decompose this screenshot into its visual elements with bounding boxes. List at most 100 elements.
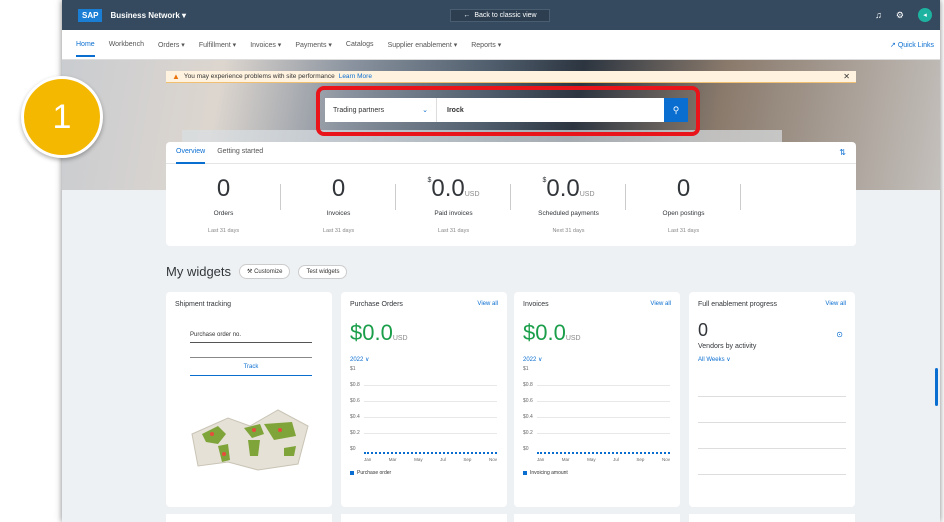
y-tick-label: $0.2: [523, 430, 533, 436]
y-tick-label: $0.4: [350, 414, 360, 420]
x-tick-label: Sep: [636, 457, 645, 462]
series-line: [537, 452, 670, 454]
amount-value: $0.0: [523, 320, 566, 345]
y-tick-label: $0.2: [350, 430, 360, 436]
metric-label: Invoices: [326, 210, 351, 217]
chart-legend: Purchase order: [341, 470, 507, 476]
nav-item-reports[interactable]: Reports ▾: [471, 41, 501, 49]
invoices-card: Invoices View all $0.0USD 2022 ∨ $1 $0.8…: [514, 292, 680, 507]
metric-value: 0: [676, 175, 691, 202]
overview-panel: Overview Getting started ⇅ 0 Orders Last…: [166, 142, 856, 246]
purchase-order-field[interactable]: Purchase order no.: [190, 332, 312, 343]
x-tick-label: Nov: [488, 457, 497, 462]
warning-icon: ▲: [172, 72, 180, 81]
series-line: [364, 452, 497, 454]
tab-overview[interactable]: Overview: [176, 148, 206, 164]
back-to-classic-label: Back to classic view: [474, 12, 537, 19]
nav-item-supplier-enablement[interactable]: Supplier enablement ▾: [388, 41, 458, 49]
gridline: [364, 433, 497, 434]
nav-item-fulfillment[interactable]: Fulfillment ▾: [199, 41, 236, 49]
customize-icon: ⚒: [247, 269, 253, 275]
metric-period: Last 31 days: [322, 228, 355, 234]
product-switcher[interactable]: Business Network ▾: [110, 11, 186, 20]
currency-unit: USD: [464, 191, 480, 198]
learn-more-link[interactable]: Learn More: [339, 73, 372, 80]
metric-open-postings[interactable]: 0 Open postings Last 31 days: [626, 174, 741, 234]
purchase-orders-card: Purchase Orders View all $0.0USD 2022 ∨ …: [341, 292, 507, 507]
legend-label: Invoicing amount: [530, 470, 568, 476]
back-to-classic-button[interactable]: ← Back to classic view: [450, 9, 550, 22]
app-window: SAP Business Network ▾ ← Back to classic…: [62, 0, 940, 522]
y-tick-label: $1: [350, 366, 356, 372]
track-button[interactable]: Track: [190, 364, 312, 376]
performance-warning-banner: ▲ You may experience problems with site …: [166, 71, 856, 83]
customize-label: Customize: [254, 269, 283, 275]
scrollbar[interactable]: [935, 368, 938, 406]
widget-card: [514, 514, 680, 522]
x-tick-label: May: [587, 457, 596, 462]
y-tick-label: $0.8: [350, 382, 360, 388]
customize-button[interactable]: ⚒ Customize: [239, 264, 291, 279]
gridline: [537, 417, 670, 418]
y-tick-label: $0.6: [350, 398, 360, 404]
divider: [698, 448, 846, 449]
metric-period: Last 31 days: [667, 228, 700, 234]
view-all-link[interactable]: View all: [477, 301, 498, 307]
nav-item-orders[interactable]: Orders ▾: [158, 41, 185, 49]
world-map-illustration: [191, 409, 309, 471]
x-tick-label: Mar: [388, 457, 397, 462]
gridline: [537, 385, 670, 386]
highlight-box: [316, 86, 700, 136]
year-select[interactable]: 2022 ∨: [341, 356, 507, 363]
nav-item-workbench[interactable]: Workbench: [109, 41, 144, 48]
metric-paid-invoices[interactable]: $0.0USD Paid invoices Last 31 days: [396, 174, 511, 234]
collapse-icon[interactable]: ⇅: [839, 148, 846, 157]
y-tick-label: $0: [523, 446, 529, 452]
legend-swatch: [523, 471, 527, 475]
currency-unit: USD: [579, 191, 595, 198]
nav-item-catalogs[interactable]: Catalogs: [346, 41, 374, 48]
x-tick-label: Sep: [463, 457, 472, 462]
amount-value: $0.0: [350, 320, 393, 345]
metric-orders[interactable]: 0 Orders Last 31 days: [166, 174, 281, 234]
y-tick-label: $0.4: [523, 414, 533, 420]
year-select[interactable]: 2022 ∨: [514, 356, 680, 363]
y-tick-label: $0.6: [523, 398, 533, 404]
warning-text: You may experience problems with site pe…: [183, 73, 335, 80]
metric-label: Orders: [213, 210, 234, 217]
chart-legend: Invoicing amount: [514, 470, 680, 476]
help-icon[interactable]: ⚙: [896, 10, 904, 21]
info-icon[interactable]: ⊙: [836, 330, 843, 339]
gridline: [364, 417, 497, 418]
legend-swatch: [350, 471, 354, 475]
metric-value: 0: [331, 175, 346, 202]
nav-item-home[interactable]: Home: [76, 41, 95, 57]
view-all-link[interactable]: View all: [825, 301, 846, 307]
avatar[interactable]: ◂: [918, 8, 932, 22]
gridline: [537, 401, 670, 402]
tab-getting-started[interactable]: Getting started: [217, 148, 263, 163]
divider: [698, 396, 846, 397]
test-widgets-button[interactable]: Test widgets: [298, 264, 348, 279]
nav-item-payments[interactable]: Payments ▾: [295, 41, 332, 49]
top-navigation: Home Workbench Orders ▾ Fulfillment ▾ In…: [62, 30, 940, 60]
metric-scheduled-payments[interactable]: $0.0USD Scheduled payments Next 31 days: [511, 174, 626, 234]
close-icon[interactable]: ✕: [843, 72, 850, 81]
bell-icon[interactable]: ♫: [875, 10, 882, 20]
widget-card: [341, 514, 507, 522]
shipment-tracking-card: Shipment tracking Purchase order no. Tra…: [166, 292, 332, 507]
week-filter-select[interactable]: All Weeks ∨: [689, 356, 855, 363]
metric-value: 0: [216, 175, 231, 202]
sap-logo[interactable]: SAP: [78, 8, 103, 22]
gridline: [364, 385, 497, 386]
x-tick-label: Mar: [561, 457, 570, 462]
metric-invoices[interactable]: 0 Invoices Last 31 days: [281, 174, 396, 234]
metric-label: Scheduled payments: [538, 210, 599, 217]
nav-item-invoices[interactable]: Invoices ▾: [250, 41, 281, 49]
quick-links-link[interactable]: ↗ Quick Links: [890, 41, 934, 49]
widgets-title: My widgets: [166, 264, 232, 279]
view-all-link[interactable]: View all: [650, 301, 671, 307]
divider: [698, 474, 846, 475]
y-tick-label: $0: [350, 446, 356, 452]
x-tick-label: Jul: [440, 457, 446, 462]
